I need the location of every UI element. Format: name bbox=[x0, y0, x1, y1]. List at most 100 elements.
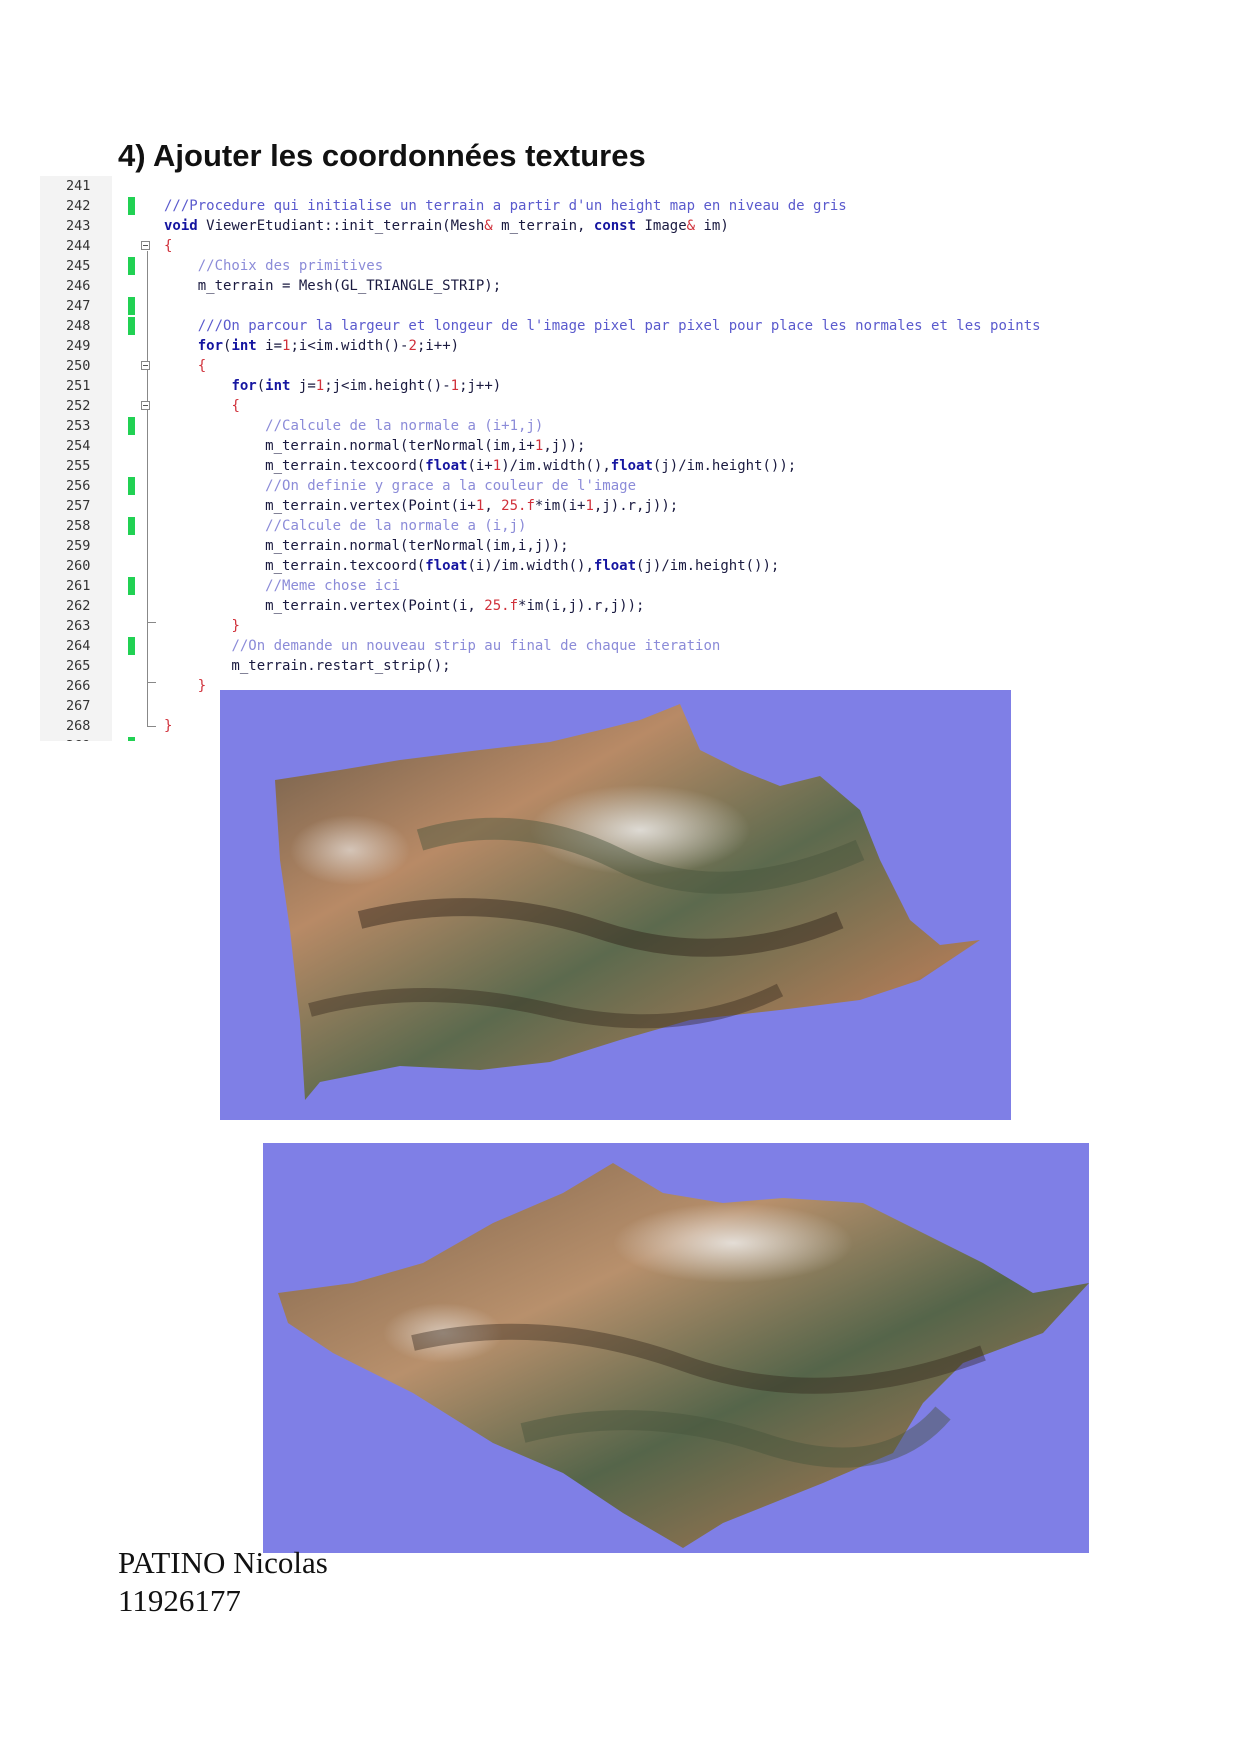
code-line: 245 //Choix des primitives bbox=[40, 256, 1208, 276]
code-line: 257 m_terrain.vertex(Point(i+ 1, 25.f*im(… bbox=[40, 496, 1208, 516]
code-token: //Meme chose ici bbox=[265, 578, 401, 594]
code-token: ,j)); bbox=[543, 438, 586, 454]
line-number: 252 bbox=[66, 398, 91, 414]
code-token: m_terrain.restart_strip(); bbox=[164, 658, 451, 674]
code-line: 243 void ViewerEtudiant::init_terrain(Mes… bbox=[40, 216, 1208, 236]
code-token: (j)/im.height()); bbox=[636, 558, 780, 574]
code-token: 25.f bbox=[484, 598, 519, 614]
code-text: ///On parcour la largeur et longeur de l… bbox=[164, 316, 1041, 336]
line-number: 258 bbox=[66, 518, 91, 534]
code-text: //Meme chose ici bbox=[164, 576, 400, 596]
line-number: 248 bbox=[66, 318, 91, 334]
code-text: { bbox=[164, 356, 206, 376]
line-number: 268 bbox=[66, 718, 91, 734]
code-token: for bbox=[231, 378, 257, 394]
code-token: m_terrain = Mesh(GL_TRIANGLE_STRIP); bbox=[164, 278, 502, 294]
change-marker bbox=[128, 477, 135, 495]
code-text: m_terrain.normal(terNormal(im,i,j)); bbox=[164, 536, 568, 556]
code-token: { bbox=[164, 238, 173, 254]
code-token: (i)/im.width(), bbox=[467, 558, 594, 574]
code-token: *im(i,j).r,j)); bbox=[518, 598, 645, 614]
change-marker bbox=[128, 197, 135, 215]
code-token: ;i++) bbox=[416, 338, 460, 354]
code-line: 252 { bbox=[40, 396, 1208, 416]
code-token: & bbox=[484, 218, 493, 234]
code-line: 249 for(int i=1;i<im.width()-2;i++) bbox=[40, 336, 1208, 356]
change-marker bbox=[128, 517, 135, 535]
author-name: PATINO Nicolas bbox=[118, 1545, 328, 1580]
line-number: 263 bbox=[66, 618, 91, 634]
line-number: 265 bbox=[66, 658, 91, 674]
code-token: void bbox=[164, 218, 198, 234]
code-token: 25.f bbox=[501, 498, 535, 514]
code-text: for(int j=1;j<im.height()-1;j++) bbox=[164, 376, 501, 396]
code-token: m_terrain.vertex(Point(i+ bbox=[164, 498, 476, 514]
line-number: 242 bbox=[66, 198, 91, 214]
code-screenshot: 241 242 ///Procedure qui initialise un ter… bbox=[40, 176, 1208, 741]
fold-collapse-icon[interactable] bbox=[141, 241, 150, 250]
code-line: 246 m_terrain = Mesh(GL_TRIANGLE_STRIP); bbox=[40, 276, 1208, 296]
code-token: } bbox=[164, 718, 173, 734]
line-number: 246 bbox=[66, 278, 91, 294]
code-token: int bbox=[231, 338, 257, 354]
section-heading: 4) Ajouter les coordonnées textures bbox=[118, 138, 646, 173]
code-text: //On demande un nouveau strip au final d… bbox=[164, 636, 720, 656]
code-token: //Calcule de la normale a (i,j) bbox=[265, 518, 527, 534]
code-token: ,j).r,j)); bbox=[593, 498, 679, 514]
line-number: 260 bbox=[66, 558, 91, 574]
change-marker bbox=[128, 577, 135, 595]
line-number: 267 bbox=[66, 698, 91, 714]
code-line: 251 for(int j=1;j<im.height()-1;j++) bbox=[40, 376, 1208, 396]
code-text: //On definie y grace a la couleur de l'i… bbox=[164, 476, 636, 496]
line-number: 256 bbox=[66, 478, 91, 494]
code-line: 254 m_terrain.normal(terNormal(im,i+1,j)… bbox=[40, 436, 1208, 456]
code-line: 259 m_terrain.normal(terNormal(im,i,j)); bbox=[40, 536, 1208, 556]
code-token: 1 bbox=[450, 378, 460, 394]
code-text: } bbox=[164, 616, 239, 636]
code-token: m_terrain.vertex(Point(i, bbox=[164, 598, 485, 614]
code-token: j= bbox=[290, 378, 316, 394]
terrain-render-2 bbox=[263, 1143, 1089, 1553]
line-number: 254 bbox=[66, 438, 91, 454]
code-token: float bbox=[610, 458, 653, 474]
line-number: 253 bbox=[66, 418, 91, 434]
fold-end-tick bbox=[147, 622, 156, 623]
line-number: 243 bbox=[66, 218, 91, 234]
code-text: //Calcule de la normale a (i+1,j) bbox=[164, 416, 543, 436]
code-line: 256 //On definie y grace a la couleur de… bbox=[40, 476, 1208, 496]
code-token: *im(i+ bbox=[534, 498, 586, 514]
fold-collapse-icon[interactable] bbox=[141, 401, 150, 410]
code-text: //Calcule de la normale a (i,j) bbox=[164, 516, 526, 536]
code-text: } bbox=[164, 676, 206, 696]
code-token: 2 bbox=[408, 338, 417, 354]
code-token: Image bbox=[636, 218, 687, 234]
code-token: )/im.width(), bbox=[501, 458, 611, 474]
code-line: 253 //Calcule de la normale a (i+1,j) bbox=[40, 416, 1208, 436]
code-token: float bbox=[425, 458, 468, 474]
student-id: 11926177 bbox=[118, 1583, 241, 1618]
code-line: 260 m_terrain.texcoord(float(i)/im.width… bbox=[40, 556, 1208, 576]
code-token: ViewerEtudiant::init_terrain(Mesh bbox=[197, 218, 485, 234]
code-token: } bbox=[197, 678, 207, 694]
code-text: ///Procedure qui initialise un terrain a… bbox=[164, 196, 847, 216]
change-marker bbox=[128, 417, 135, 435]
line-number: 251 bbox=[66, 378, 91, 394]
code-line: 244 { bbox=[40, 236, 1208, 256]
code-token: float bbox=[425, 558, 468, 574]
code-token: { bbox=[231, 398, 240, 414]
code-token: for bbox=[197, 338, 224, 354]
line-number: 241 bbox=[66, 178, 91, 194]
code-token: (j)/im.height()); bbox=[652, 458, 797, 474]
code-text: m_terrain.vertex(Point(i+1, 25.f*im(i+1,… bbox=[164, 496, 678, 516]
line-number: 250 bbox=[66, 358, 91, 374]
fold-end-tick bbox=[147, 682, 156, 683]
line-number: 262 bbox=[66, 598, 91, 614]
code-token: //Calcule de la normale a (i+1,j) bbox=[265, 418, 544, 434]
code-text: for(int i=1;i<im.width()-2;i++) bbox=[164, 336, 459, 356]
fold-collapse-icon[interactable] bbox=[141, 361, 150, 370]
